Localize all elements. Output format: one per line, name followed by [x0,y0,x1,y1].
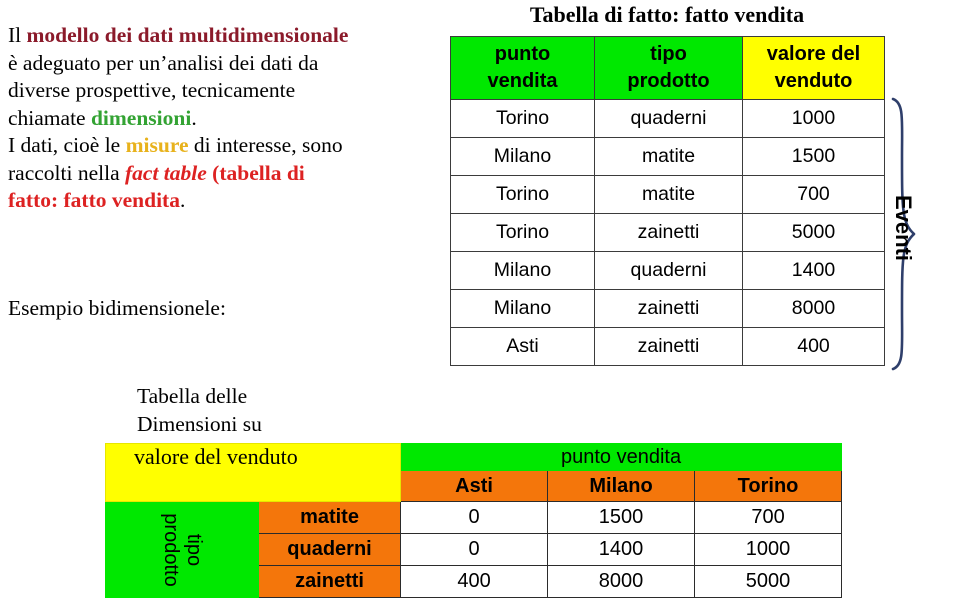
intro-line-5-suffix: di interesse, sono [188,133,343,157]
table-row: Milano quaderni 1400 [450,251,885,290]
fact-cell-tipo-prodotto: zainetti [594,213,743,252]
fact-header-punto-vendita-line1: punto [494,43,551,65]
fact-cell-tipo-prodotto: zainetti [594,289,743,328]
fact-cell-valore: 5000 [742,213,885,252]
table-row: Torino matite 700 [450,175,885,214]
fact-cell-punto-vendita: Milano [450,251,595,290]
fact-table-title: Tabella di fatto: fatto vendita [529,2,805,27]
pivot-row-dimension-label: tipo prodotto [105,501,259,598]
fact-cell-tipo-prodotto: quaderni [594,251,743,290]
pivot-row-dimension-text: tipo prodotto [159,513,205,586]
fact-cell-punto-vendita: Torino [450,99,595,138]
fact-cell-tipo-prodotto: matite [594,137,743,176]
fact-header-tipo-prodotto-line1: tipo [650,43,687,65]
fact-cell-punto-vendita: Milano [450,289,595,328]
intro-line-7: fatto: fatto vendita. [8,187,446,215]
intro-line-5: I dati, cioè le misure di interesse, son… [8,132,446,160]
intro-line-6: raccolti nella fact table (tabella di [8,160,446,188]
fact-cell-tipo-prodotto: matite [594,175,743,214]
intro-highlight-fact-table: fact table [125,160,207,185]
intro-line-4-prefix: chiamate [8,105,91,130]
fact-header-tipo-prodotto-line2: prodotto [627,70,710,92]
pivot-value-cell: 5000 [694,565,843,598]
intro-line-5-prefix: I dati, cioè le [8,133,126,157]
intro-highlight-model: modello dei dati multidimensionale [26,23,349,47]
pivot-row-header-quaderni: quaderni [257,533,402,566]
intro-highlight-misure: misure [125,133,189,157]
pivot-value-cell: 700 [694,501,843,534]
fact-cell-punto-vendita: Asti [450,327,595,366]
pivot-value-cell: 0 [400,533,549,566]
pivot-row-dimension-line2: prodotto [160,512,182,587]
pivot-value-cell: 8000 [547,565,696,598]
intro-line-6-suffix: (tabella di [206,160,305,185]
pivot-row-header-matite: matite [257,501,402,534]
pivot-col-header-torino: Torino [694,470,843,502]
pivot-measure-label: valore del venduto [104,443,402,502]
intro-line-1-prefix: Il [8,23,27,47]
fact-cell-valore: 1500 [742,137,885,176]
fact-cell-punto-vendita: Milano [450,137,595,176]
intro-line-4-suffix: . [191,105,197,130]
intro-line-2: è adeguato per un’analisi dei dati da [8,50,319,75]
fact-table-header-row: punto vendita tipo prodotto valore del v… [450,36,885,100]
fact-cell-punto-vendita: Torino [450,213,595,252]
dimension-table-caption-line2: Dimensioni su [137,412,262,436]
pivot-value-cell: 400 [400,565,549,598]
dimension-table-wrapper: valore del venduto punto vendita Asti Mi… [104,443,843,598]
fact-cell-tipo-prodotto: quaderni [594,99,743,138]
intro-paragraph: Il modello dei dati multidimensionale è … [8,22,446,215]
fact-cell-valore: 1400 [742,251,885,290]
fact-header-valore-venduto: valore del venduto [742,36,885,100]
pivot-column-dimension-label: punto vendita [400,443,843,471]
eventi-bracket-label: Eventi [891,195,916,262]
dimension-table-caption-line1: Tabella delle [137,384,248,408]
dimension-table: valore del venduto punto vendita Asti Mi… [104,443,843,598]
fact-cell-punto-vendita: Torino [450,175,595,214]
pivot-value-cell: 0 [400,501,549,534]
fact-header-valore-venduto-line2: venduto [774,70,853,92]
intro-line-7-suffix: . [179,188,186,212]
intro-highlight-fatto-vendita: fatto: fatto vendita [8,188,180,212]
table-row: Torino zainetti 5000 [450,213,885,252]
pivot-col-header-asti: Asti [400,470,549,502]
intro-highlight-dimensioni: dimensioni [90,105,192,130]
table-row: Milano zainetti 8000 [450,289,885,328]
pivot-row-dimension-line1: tipo [183,533,205,566]
pivot-row-header-zainetti: zainetti [257,565,402,598]
fact-header-valore-venduto-line1: valore del [766,43,861,65]
fact-cell-tipo-prodotto: zainetti [594,327,743,366]
fact-cell-valore: 1000 [742,99,885,138]
fact-table: punto vendita tipo prodotto valore del v… [450,36,885,366]
table-row: tipo prodotto matite 0 1500 700 [105,501,843,598]
table-row: Milano matite 1500 [450,137,885,176]
table-row: Asti zainetti 400 [450,327,885,366]
fact-cell-valore: 8000 [742,289,885,328]
intro-line-1: Il modello dei dati multidimensionale [8,22,446,50]
fact-header-punto-vendita: punto vendita [450,36,595,100]
table-row: Torino quaderni 1000 [450,99,885,138]
fact-cell-valore: 400 [742,327,885,366]
example-caption: Esempio bidimensionele: [8,296,226,320]
pivot-measure-row: valore del venduto punto vendita [104,443,843,502]
intro-line-6-prefix: raccolti nella [8,160,125,185]
dimension-table-caption: Tabella delle Dimensioni su [137,382,262,438]
intro-line-4: chiamate dimensioni. [8,105,446,133]
fact-header-tipo-prodotto: tipo prodotto [594,36,743,100]
pivot-value-cell: 1400 [547,533,696,566]
pivot-value-cell: 1000 [694,533,843,566]
pivot-value-cell: 1500 [547,501,696,534]
fact-cell-valore: 700 [742,175,885,214]
intro-line-3: diverse prospettive, tecnicamente [8,78,296,102]
fact-header-punto-vendita-line2: vendita [487,70,558,92]
pivot-col-header-milano: Milano [547,470,696,502]
